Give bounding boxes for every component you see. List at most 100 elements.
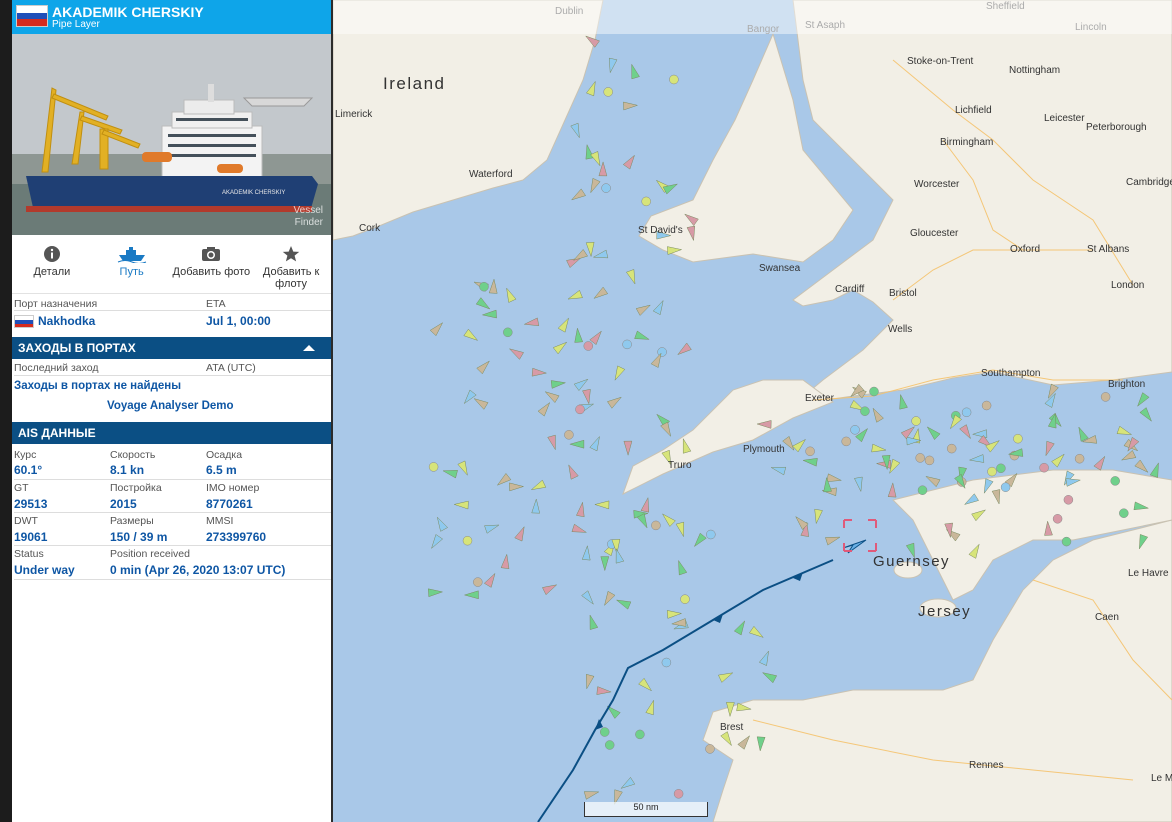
moving-vessel-marker[interactable] bbox=[1093, 455, 1106, 471]
moving-vessel-marker[interactable] bbox=[570, 188, 586, 201]
moving-vessel-marker[interactable] bbox=[463, 590, 479, 600]
moving-vessel-marker[interactable] bbox=[593, 286, 609, 299]
moving-vessel-marker[interactable] bbox=[872, 407, 884, 423]
anchored-vessel-marker[interactable] bbox=[503, 327, 513, 338]
anchored-vessel-marker[interactable] bbox=[841, 436, 851, 447]
anchored-vessel-marker[interactable] bbox=[575, 404, 585, 415]
moving-vessel-marker[interactable] bbox=[650, 352, 662, 368]
moving-vessel-marker[interactable] bbox=[666, 610, 683, 619]
moving-vessel-marker[interactable] bbox=[600, 556, 610, 572]
moving-vessel-marker[interactable] bbox=[500, 553, 510, 569]
moving-vessel-marker[interactable] bbox=[826, 473, 843, 482]
moving-vessel-marker[interactable] bbox=[634, 330, 650, 340]
moving-vessel-marker[interactable] bbox=[661, 513, 676, 527]
moving-vessel-marker[interactable] bbox=[608, 57, 618, 74]
destination-port[interactable]: Nakhodka bbox=[14, 314, 95, 329]
moving-vessel-marker[interactable] bbox=[652, 299, 664, 316]
anchored-vessel-marker[interactable] bbox=[911, 416, 921, 426]
moving-vessel-marker[interactable] bbox=[626, 269, 636, 285]
moving-vessel-marker[interactable] bbox=[678, 559, 688, 576]
moving-vessel-marker[interactable] bbox=[925, 475, 941, 488]
anchored-vessel-marker[interactable] bbox=[946, 443, 957, 454]
moving-vessel-marker[interactable] bbox=[959, 424, 971, 440]
moving-vessel-marker[interactable] bbox=[523, 317, 540, 326]
moving-vessel-marker[interactable] bbox=[623, 440, 633, 457]
moving-vessel-marker[interactable] bbox=[1078, 426, 1089, 442]
moving-vessel-marker[interactable] bbox=[484, 524, 500, 534]
track-button[interactable]: Путь bbox=[92, 235, 172, 293]
anchored-vessel-marker[interactable] bbox=[604, 740, 615, 750]
anchored-vessel-marker[interactable] bbox=[1110, 476, 1120, 486]
anchored-vessel-marker[interactable] bbox=[917, 485, 928, 495]
moving-vessel-marker[interactable] bbox=[572, 248, 588, 261]
anchored-vessel-marker[interactable] bbox=[1119, 508, 1129, 518]
anchored-vessel-marker[interactable] bbox=[1074, 453, 1085, 464]
moving-vessel-marker[interactable] bbox=[718, 672, 734, 683]
anchored-vessel-marker[interactable] bbox=[850, 425, 860, 435]
moving-vessel-marker[interactable] bbox=[593, 500, 610, 510]
moving-vessel-marker[interactable] bbox=[758, 650, 769, 666]
vessel-map[interactable]: Dublin Sheffield Bangor St Asaph Lincoln… bbox=[333, 0, 1172, 822]
moving-vessel-marker[interactable] bbox=[615, 599, 632, 610]
moving-vessel-marker[interactable] bbox=[670, 618, 687, 627]
moving-vessel-marker[interactable] bbox=[825, 536, 841, 546]
anchored-vessel-marker[interactable] bbox=[705, 744, 715, 754]
moving-vessel-marker[interactable] bbox=[900, 426, 916, 440]
moving-vessel-marker[interactable] bbox=[488, 278, 498, 294]
anchored-vessel-marker[interactable] bbox=[622, 339, 632, 350]
moving-vessel-marker[interactable] bbox=[530, 479, 547, 491]
moving-vessel-marker[interactable] bbox=[1137, 392, 1150, 407]
moving-vessel-marker[interactable] bbox=[481, 309, 497, 319]
moving-vessel-marker[interactable] bbox=[614, 365, 626, 382]
anchored-vessel-marker[interactable] bbox=[987, 466, 997, 477]
anchored-vessel-marker[interactable] bbox=[564, 430, 574, 440]
moving-vessel-marker[interactable] bbox=[640, 496, 650, 513]
moving-vessel-marker[interactable] bbox=[871, 443, 887, 453]
moving-vessel-marker[interactable] bbox=[607, 396, 623, 409]
moving-vessel-marker[interactable] bbox=[457, 460, 468, 477]
moving-vessel-marker[interactable] bbox=[531, 498, 541, 514]
moving-vessel-marker[interactable] bbox=[590, 177, 601, 194]
anchored-vessel-marker[interactable] bbox=[583, 341, 594, 351]
add-photo-button[interactable]: Добавить фото bbox=[172, 235, 252, 293]
moving-vessel-marker[interactable] bbox=[576, 501, 585, 518]
moving-vessel-marker[interactable] bbox=[615, 547, 625, 564]
moving-vessel-marker[interactable] bbox=[571, 523, 588, 533]
moving-vessel-marker[interactable] bbox=[586, 673, 595, 690]
anchored-vessel-marker[interactable] bbox=[915, 453, 925, 463]
anchored-vessel-marker[interactable] bbox=[673, 789, 684, 799]
moving-vessel-marker[interactable] bbox=[693, 532, 707, 548]
moving-vessel-marker[interactable] bbox=[442, 470, 458, 479]
moving-vessel-marker[interactable] bbox=[677, 342, 692, 356]
moving-vessel-marker[interactable] bbox=[531, 367, 548, 377]
ais-data-header[interactable]: AIS ДАННЫЕ bbox=[12, 422, 331, 444]
anchored-vessel-marker[interactable] bbox=[669, 74, 679, 85]
moving-vessel-marker[interactable] bbox=[581, 590, 594, 605]
voyage-analyser-link[interactable]: Voyage Analyser Demo bbox=[107, 400, 234, 412]
moving-vessel-marker[interactable] bbox=[589, 614, 599, 630]
moving-vessel-marker[interactable] bbox=[596, 686, 612, 695]
moving-vessel-marker[interactable] bbox=[887, 481, 897, 498]
moving-vessel-marker[interactable] bbox=[733, 620, 746, 636]
moving-vessel-marker[interactable] bbox=[660, 421, 672, 438]
anchored-vessel-marker[interactable] bbox=[869, 386, 879, 397]
moving-vessel-marker[interactable] bbox=[749, 625, 764, 638]
moving-vessel-marker[interactable] bbox=[552, 341, 568, 355]
moving-vessel-marker[interactable] bbox=[506, 287, 517, 303]
moving-vessel-marker[interactable] bbox=[1149, 462, 1159, 478]
moving-vessel-marker[interactable] bbox=[604, 590, 616, 607]
moving-vessel-marker[interactable] bbox=[537, 401, 551, 417]
moving-vessel-marker[interactable] bbox=[544, 391, 560, 404]
anchored-vessel-marker[interactable] bbox=[961, 407, 972, 418]
moving-vessel-marker[interactable] bbox=[589, 435, 600, 452]
anchored-vessel-marker[interactable] bbox=[599, 727, 610, 737]
moving-vessel-marker[interactable] bbox=[761, 672, 778, 684]
anchored-vessel-marker[interactable] bbox=[805, 446, 815, 457]
moving-vessel-marker[interactable] bbox=[566, 257, 582, 269]
moving-vessel-marker[interactable] bbox=[583, 791, 600, 800]
moving-vessel-marker[interactable] bbox=[1051, 453, 1065, 468]
anchored-vessel-marker[interactable] bbox=[981, 400, 992, 411]
anchored-vessel-marker[interactable] bbox=[641, 196, 651, 207]
anchored-vessel-marker[interactable] bbox=[1052, 514, 1063, 524]
anchored-vessel-marker[interactable] bbox=[860, 406, 870, 416]
